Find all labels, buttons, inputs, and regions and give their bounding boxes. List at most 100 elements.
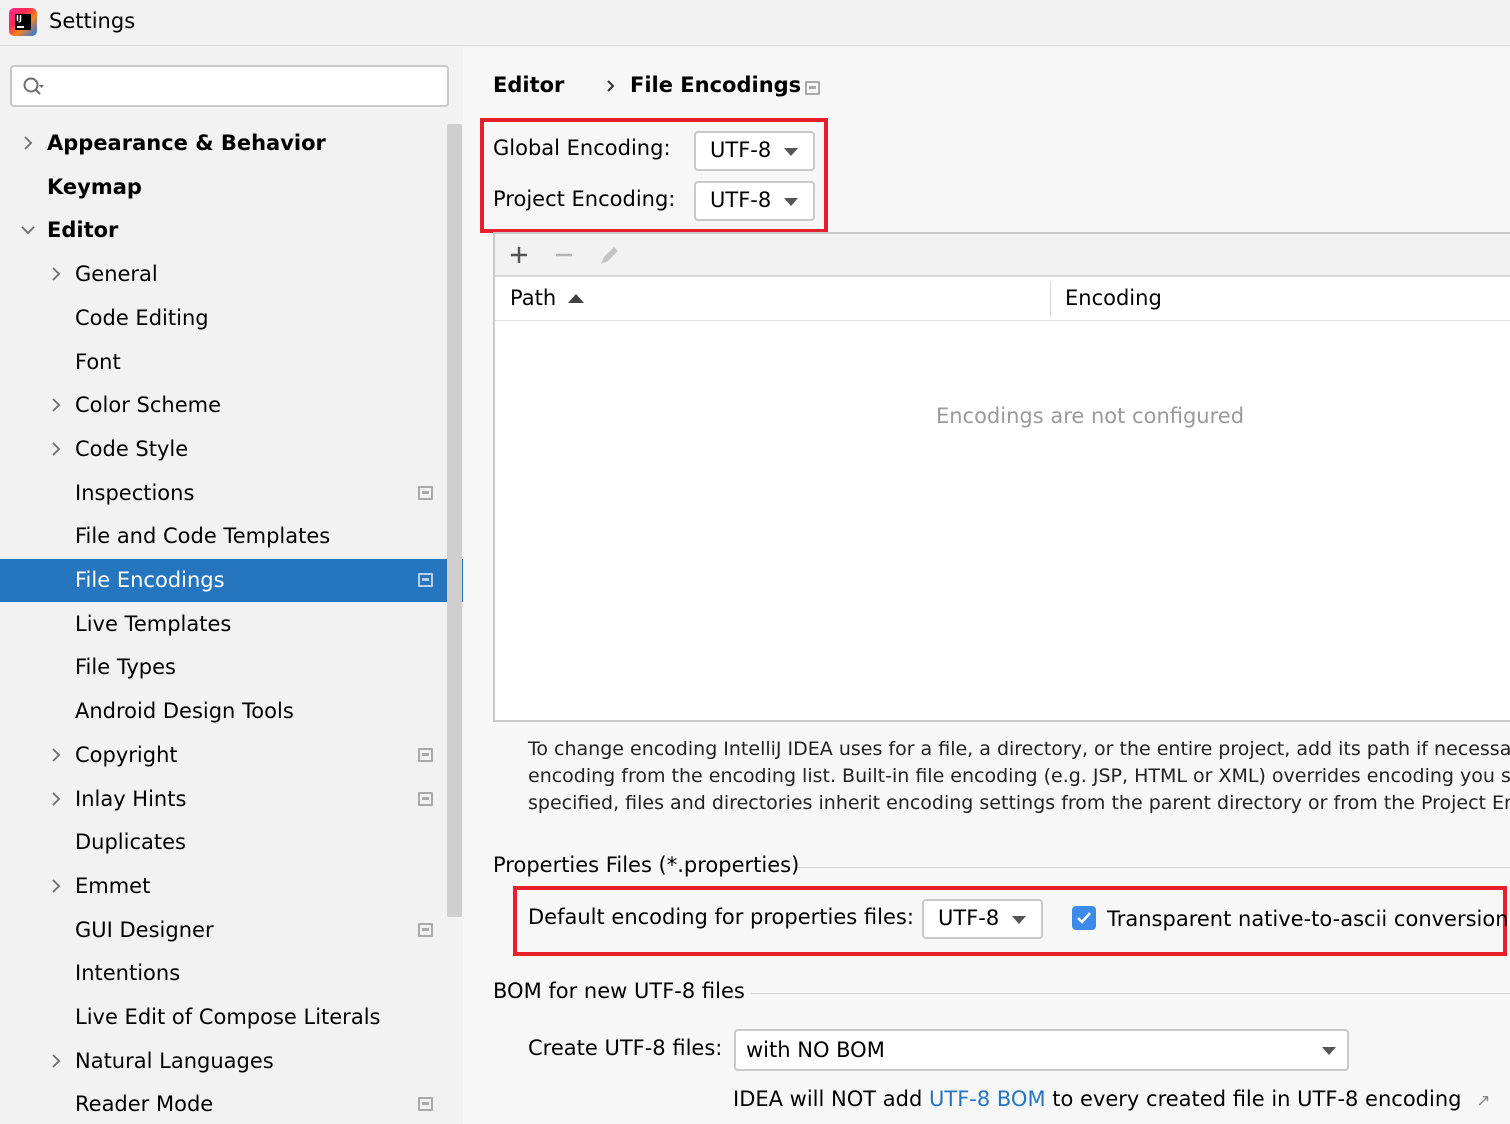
path-encoding-table: Path Encoding Encodings are not configur… xyxy=(493,232,1510,722)
sidebar-item-label: GUI Designer xyxy=(75,918,214,942)
sidebar-item-appearance-behavior[interactable]: Appearance & Behavior xyxy=(0,122,463,165)
sidebar-item-code-editing[interactable]: Code Editing xyxy=(0,297,463,340)
sidebar-item-label: Intentions xyxy=(75,961,181,985)
bom-section-title: BOM for new UTF-8 files xyxy=(493,979,745,1003)
utf8-bom-link[interactable]: UTF-8 BOM xyxy=(929,1087,1046,1111)
sidebar-scrollbar[interactable] xyxy=(447,124,462,917)
table-empty-text: Encodings are not configured xyxy=(935,404,1245,428)
properties-default-label: Default encoding for properties files: xyxy=(528,905,914,929)
sidebar-item-label: Editor xyxy=(47,218,119,242)
bom-note-suffix: to every created file in UTF-8 encoding xyxy=(1052,1087,1462,1111)
sidebar-item-inlay-hints[interactable]: Inlay Hints xyxy=(0,778,463,821)
sidebar-item-color-scheme[interactable]: Color Scheme xyxy=(0,384,463,427)
chevron-right-icon[interactable] xyxy=(48,266,64,282)
description-line: encoding from the encoding list. Built-i… xyxy=(528,765,1510,787)
properties-encoding-select[interactable]: UTF-8 xyxy=(922,899,1043,939)
project-encoding-label: Project Encoding: xyxy=(493,187,676,211)
sidebar-item-font[interactable]: Font xyxy=(0,341,463,384)
sidebar-item-label: Color Scheme xyxy=(75,393,221,417)
sidebar-item-reader-mode[interactable]: Reader Mode xyxy=(0,1083,463,1124)
transparent-conversion-checkbox[interactable] xyxy=(1072,906,1096,930)
chevron-down-icon xyxy=(784,148,798,156)
title-bar: IJ Settings xyxy=(0,0,1510,46)
sidebar-item-file-encodings[interactable]: File Encodings xyxy=(0,559,463,602)
project-scope-icon xyxy=(418,573,433,587)
chevron-right-icon[interactable] xyxy=(48,747,64,763)
intellij-logo-icon: IJ xyxy=(9,8,37,36)
transparent-conversion-label[interactable]: Transparent native-to-ascii conversion xyxy=(1107,907,1509,931)
table-toolbar xyxy=(495,234,1510,277)
sidebar-item-label: Reader Mode xyxy=(75,1092,214,1116)
global-encoding-label: Global Encoding: xyxy=(493,136,671,160)
sidebar-item-file-and-code-templates[interactable]: File and Code Templates xyxy=(0,515,463,558)
bom-note-prefix: IDEA will NOT add xyxy=(733,1087,923,1111)
chevron-right-icon[interactable] xyxy=(48,878,64,894)
bom-create-label: Create UTF-8 files: xyxy=(528,1036,723,1060)
chevron-down-icon xyxy=(1012,916,1026,924)
sidebar-item-live-edit-of-compose-literals[interactable]: Live Edit of Compose Literals xyxy=(0,996,463,1039)
sidebar-item-intentions[interactable]: Intentions xyxy=(0,952,463,995)
section-divider xyxy=(751,993,1510,994)
remove-icon[interactable] xyxy=(552,243,576,267)
sidebar-item-gui-designer[interactable]: GUI Designer xyxy=(0,909,463,952)
sidebar-item-live-templates[interactable]: Live Templates xyxy=(0,603,463,646)
search-icon xyxy=(23,77,44,95)
project-scope-icon xyxy=(805,81,820,95)
chevron-right-icon[interactable] xyxy=(48,1053,64,1069)
column-path[interactable]: Path xyxy=(510,286,556,310)
sidebar-item-file-types[interactable]: File Types xyxy=(0,646,463,689)
sidebar-item-label: Duplicates xyxy=(75,830,186,854)
project-encoding-select[interactable]: UTF-8 xyxy=(694,181,815,221)
chevron-right-icon[interactable] xyxy=(20,135,36,151)
sidebar-item-label: File and Code Templates xyxy=(75,524,331,548)
sidebar-item-label: Natural Languages xyxy=(75,1049,274,1073)
settings-content: Editor File Encodings Global Encoding: U… xyxy=(463,47,1510,1124)
sidebar-item-label: Live Edit of Compose Literals xyxy=(75,1005,381,1029)
sidebar-item-editor[interactable]: Editor xyxy=(0,209,463,252)
project-scope-icon xyxy=(418,486,433,500)
global-encoding-select[interactable]: UTF-8 xyxy=(694,131,815,171)
sidebar-item-label: Code Style xyxy=(75,437,189,461)
settings-sidebar: Appearance & Behavior Keymap Editor General… xyxy=(0,47,463,1124)
chevron-down-icon xyxy=(784,198,798,206)
sidebar-item-label: Code Editing xyxy=(75,306,209,330)
checkmark-icon xyxy=(1077,912,1091,924)
sidebar-item-inspections[interactable]: Inspections xyxy=(0,472,463,515)
description-line: To change encoding IntelliJ IDEA uses fo… xyxy=(528,738,1510,760)
sidebar-item-android-design-tools[interactable]: Android Design Tools xyxy=(0,690,463,733)
edit-icon[interactable] xyxy=(598,243,622,267)
column-divider[interactable] xyxy=(1050,281,1051,317)
chevron-right-icon[interactable] xyxy=(48,791,64,807)
sidebar-item-emmet[interactable]: Emmet xyxy=(0,865,463,908)
bom-create-select[interactable]: with NO BOM xyxy=(734,1029,1349,1071)
sidebar-item-code-style[interactable]: Code Style xyxy=(0,428,463,471)
page-title: File Encodings xyxy=(630,73,802,97)
chevron-down-icon xyxy=(1322,1047,1336,1055)
add-icon[interactable] xyxy=(507,243,531,267)
properties-section-title: Properties Files (*.properties) xyxy=(493,853,800,877)
properties-encoding-value: UTF-8 xyxy=(938,906,1000,930)
project-scope-icon xyxy=(418,1097,433,1111)
chevron-right-icon[interactable] xyxy=(48,441,64,457)
external-link-icon[interactable]: ↗ xyxy=(1476,1091,1490,1111)
breadcrumb-editor[interactable]: Editor xyxy=(493,73,564,97)
chevron-down-icon[interactable] xyxy=(20,222,36,238)
search-input[interactable] xyxy=(10,65,449,107)
chevron-right-icon[interactable] xyxy=(48,397,64,413)
sidebar-item-label: Inspections xyxy=(75,481,195,505)
sidebar-item-general[interactable]: General xyxy=(0,253,463,296)
project-encoding-value: UTF-8 xyxy=(710,188,772,212)
sidebar-item-label: Inlay Hints xyxy=(75,787,187,811)
sidebar-item-label: File Encodings xyxy=(75,568,225,592)
sidebar-item-natural-languages[interactable]: Natural Languages xyxy=(0,1040,463,1083)
sidebar-item-duplicates[interactable]: Duplicates xyxy=(0,821,463,864)
sidebar-item-copyright[interactable]: Copyright xyxy=(0,734,463,777)
sidebar-item-label: Emmet xyxy=(75,874,151,898)
sidebar-item-label: Live Templates xyxy=(75,612,232,636)
sidebar-item-label: Keymap xyxy=(47,175,142,199)
column-encoding[interactable]: Encoding xyxy=(1065,286,1162,310)
section-divider xyxy=(798,867,1510,868)
bom-note: IDEA will NOT add UTF-8 BOM to every cre… xyxy=(733,1087,1490,1111)
sidebar-item-label: File Types xyxy=(75,655,176,679)
sidebar-item-keymap[interactable]: Keymap xyxy=(0,166,463,209)
